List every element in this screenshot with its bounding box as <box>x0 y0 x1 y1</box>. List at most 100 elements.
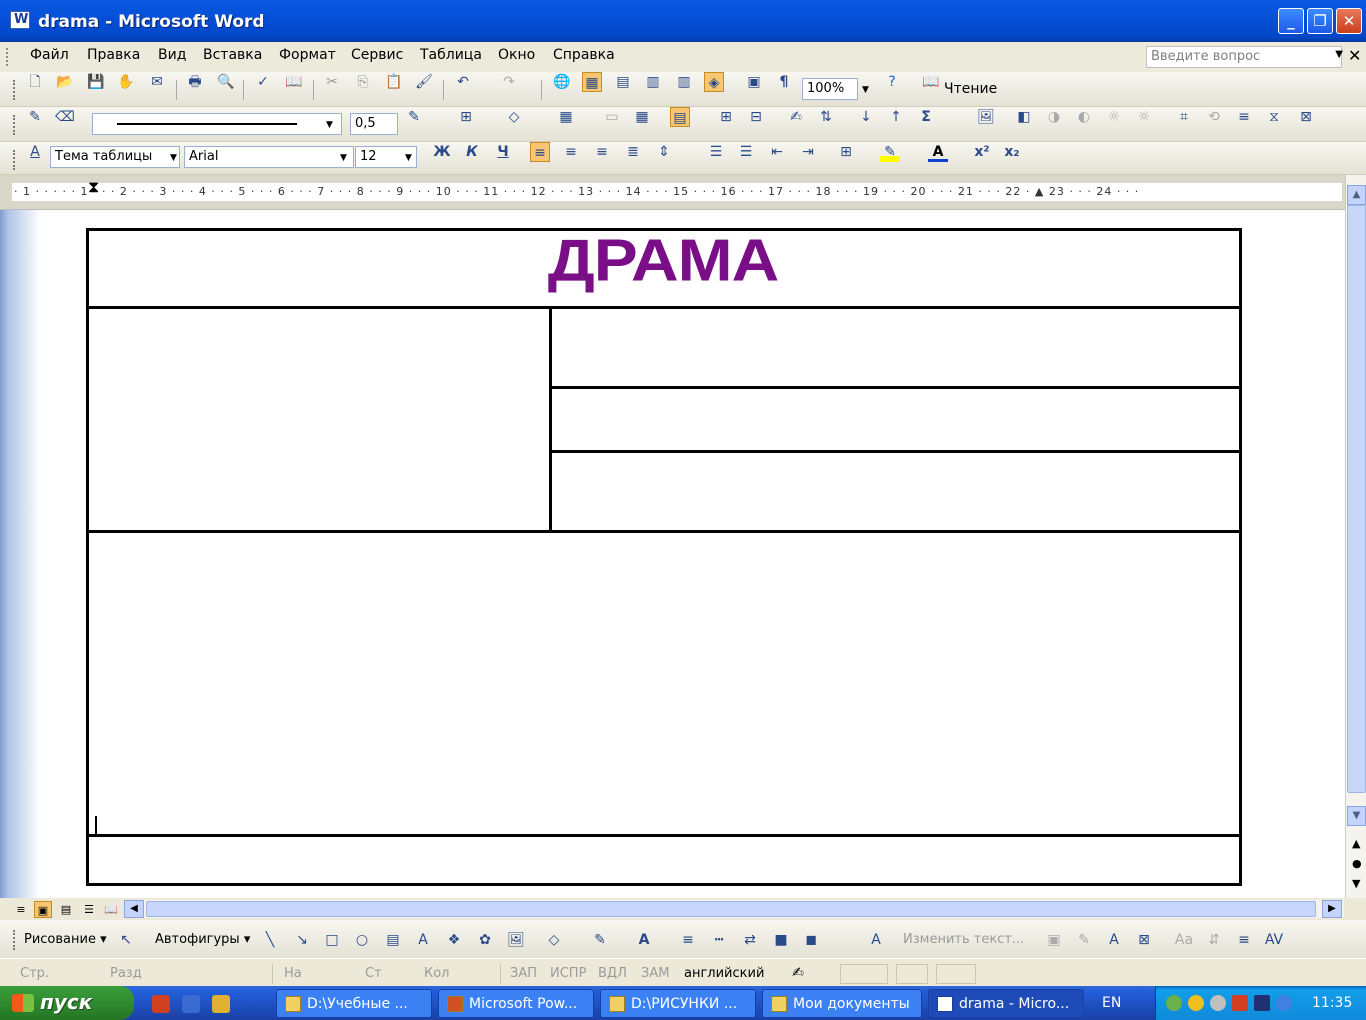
wordart-shape-icon[interactable]: A <box>1104 930 1124 950</box>
font-color-icon[interactable]: A <box>928 142 948 162</box>
quicklaunch-desktop-icon[interactable] <box>182 995 200 1013</box>
format-wordart-icon[interactable]: ✎ <box>1074 930 1094 950</box>
outline-view-icon[interactable]: ☰ <box>80 901 98 918</box>
wordart-2-icon[interactable]: A <box>866 930 886 950</box>
distribute-columns-icon[interactable]: ⊟ <box>746 107 766 127</box>
same-letter-heights-icon[interactable]: Aa <box>1174 930 1194 950</box>
insert-picture-icon[interactable]: 🖼 <box>506 930 526 950</box>
text-direction-icon[interactable]: ⇅ <box>816 107 836 127</box>
word-app-icon[interactable] <box>10 11 30 29</box>
superscript-button[interactable]: x² <box>972 142 992 162</box>
menu-table[interactable]: Таблица <box>416 47 486 63</box>
line-spacing-icon[interactable]: ⇕ <box>654 142 674 162</box>
columns-icon[interactable]: ▥ <box>674 72 694 92</box>
picture-color-icon[interactable]: ◧ <box>1014 107 1034 127</box>
shadow-icon[interactable]: ■ <box>771 930 791 950</box>
spelling-icon[interactable]: ✓ <box>253 72 273 92</box>
minimize-button[interactable]: _ <box>1278 8 1304 34</box>
dash-style-icon[interactable]: ┅ <box>709 930 729 950</box>
menu-format[interactable]: Формат <box>275 47 340 63</box>
contrast-up-icon[interactable]: ◑ <box>1044 107 1064 127</box>
document-map-icon[interactable]: ▣ <box>744 72 764 92</box>
brightness-down-icon[interactable]: ☼ <box>1134 107 1154 127</box>
open-folder-icon[interactable]: 📂 <box>55 72 75 92</box>
task-folder-1[interactable]: D:\Учебные ... <box>276 989 432 1018</box>
sort-descending-icon[interactable]: ↑ <box>886 107 906 127</box>
document-title-wordart[interactable]: ДРАМА <box>88 224 1238 296</box>
close-button[interactable]: ✕ <box>1336 8 1362 34</box>
print-layout-icon[interactable]: ▤ <box>57 901 75 918</box>
shading-icon[interactable]: ◇ <box>504 107 524 127</box>
save-icon[interactable]: 💾 <box>86 72 106 92</box>
reading-view-icon[interactable]: 📖 <box>102 901 120 918</box>
numbering-icon[interactable]: ☰ <box>706 142 726 162</box>
text-wrap-icon[interactable]: ⊠ <box>1296 107 1316 127</box>
italic-button[interactable]: К <box>462 142 482 162</box>
autoshapes-button[interactable]: Автофигуры ▾ <box>155 932 250 947</box>
draw-font-color-icon[interactable]: A <box>634 930 654 950</box>
quicklaunch-media-icon[interactable] <box>212 995 230 1013</box>
status-rec[interactable]: ЗАП <box>510 966 537 981</box>
menu-tools[interactable]: Сервис <box>347 47 407 63</box>
email-icon[interactable]: ✉ <box>147 72 167 92</box>
eraser-icon[interactable]: ⌫ <box>55 107 75 127</box>
fill-color-icon[interactable]: ◇ <box>544 930 564 950</box>
hyperlink-icon[interactable]: 🌐 <box>552 72 572 92</box>
h-scroll-thumb[interactable] <box>146 901 1316 917</box>
zoom-dropdown-icon[interactable]: ▼ <box>862 85 869 95</box>
arrow-style-icon[interactable]: ⇄ <box>740 930 760 950</box>
tray-app-4-icon[interactable] <box>1276 995 1292 1011</box>
clipart-icon[interactable]: ✿ <box>475 930 495 950</box>
redo-icon[interactable]: ↷ <box>499 72 519 92</box>
normal-view-icon[interactable]: ≡ <box>12 901 30 918</box>
line-color-icon[interactable]: ✎ <box>590 930 610 950</box>
status-language[interactable]: английский <box>684 966 764 981</box>
format-painter-icon[interactable]: 🖌 <box>414 72 434 92</box>
underline-button[interactable]: Ч <box>493 142 513 162</box>
edit-text-button[interactable]: Изменить текст... <box>903 932 1024 947</box>
browse-object-icon[interactable]: ● <box>1352 857 1362 870</box>
style-field[interactable]: Тема таблицы <box>50 146 180 168</box>
vertical-text-icon[interactable]: ⇵ <box>1204 930 1224 950</box>
brightness-up-icon[interactable]: ☼ <box>1104 107 1124 127</box>
insert-table-icon[interactable]: ▤ <box>613 72 633 92</box>
indent-marker-icon[interactable]: ⧗ <box>88 177 99 197</box>
show-formatting-icon[interactable]: ¶ <box>774 72 794 92</box>
print-icon[interactable]: 🖶 <box>185 72 205 92</box>
tray-app-icon[interactable] <box>1210 995 1226 1011</box>
compress-icon[interactable]: ⧖ <box>1264 107 1284 127</box>
autosum-icon[interactable]: Σ <box>916 107 936 127</box>
justify-icon[interactable]: ≣ <box>623 142 643 162</box>
start-button[interactable]: пуск <box>0 986 134 1020</box>
sort-ascending-icon[interactable]: ↓ <box>856 107 876 127</box>
insert-table-2-icon[interactable]: ▦ <box>556 107 576 127</box>
highlight-icon[interactable]: ✎ <box>880 142 900 162</box>
outside-border-icon[interactable]: ⊞ <box>836 142 856 162</box>
drawing-icon[interactable]: ◈ <box>704 72 724 92</box>
contrast-down-icon[interactable]: ◐ <box>1074 107 1094 127</box>
tables-borders-icon[interactable]: ▦ <box>582 72 602 92</box>
research-icon[interactable]: 📖 <box>284 72 304 92</box>
picture-icon[interactable]: 🖼 <box>976 107 996 127</box>
help-dropdown-icon[interactable]: ▼ <box>1335 49 1343 60</box>
rectangle-icon[interactable]: □ <box>322 930 342 950</box>
text-box-icon[interactable]: ▤ <box>383 930 403 950</box>
reading-icon[interactable]: 📖 <box>921 72 941 92</box>
border-color-icon[interactable]: ✎ <box>404 107 424 127</box>
arrow-icon[interactable]: ↘ <box>292 930 312 950</box>
alignment-icon[interactable]: ≡ <box>1234 930 1254 950</box>
task-folder-2[interactable]: D:\РИСУНКИ ... <box>600 989 756 1018</box>
spelling-status-icon[interactable]: ✍ <box>788 963 808 983</box>
horizontal-scrollbar[interactable]: ◀ ▶ <box>124 900 1344 918</box>
menu-grip[interactable] <box>6 48 9 66</box>
select-objects-icon[interactable]: ↖ <box>116 930 136 950</box>
wordart-icon[interactable]: A <box>413 930 433 950</box>
tray-app-3-icon[interactable] <box>1254 995 1270 1011</box>
web-layout-icon[interactable]: ▣ <box>34 901 52 918</box>
vertical-scrollbar[interactable]: ▲ ▼ ▲ ● ▼ <box>1345 175 1366 898</box>
scroll-down-icon[interactable]: ▼ <box>1347 806 1366 826</box>
scroll-thumb[interactable] <box>1347 205 1366 793</box>
autoformat-icon[interactable]: ✍ <box>786 107 806 127</box>
menu-window[interactable]: Окно <box>494 47 539 63</box>
draw-table-icon[interactable]: ✎ <box>25 107 45 127</box>
